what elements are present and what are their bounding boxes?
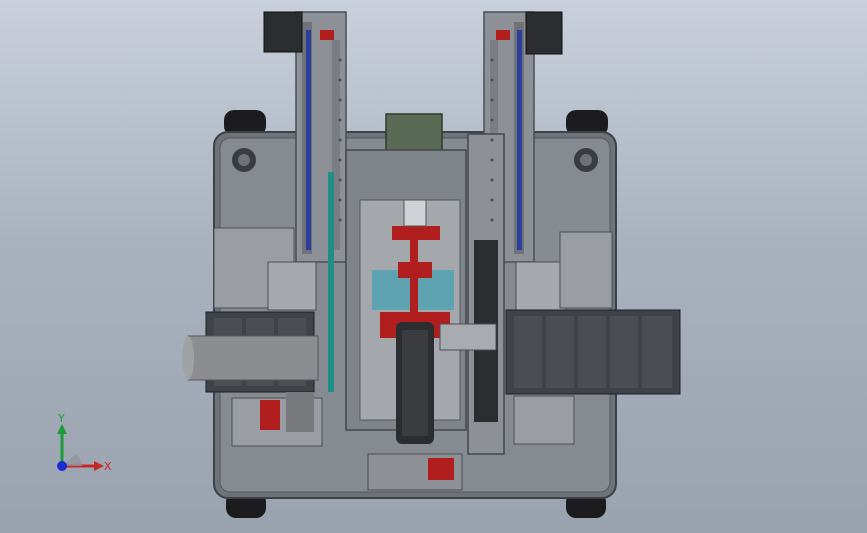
bottom-center-bracket[interactable] xyxy=(367,453,463,491)
corner-bolt-left xyxy=(232,148,256,172)
triad-x-label: X xyxy=(104,460,112,473)
triad-y-label: Y xyxy=(57,412,65,425)
triad-y-axis xyxy=(57,424,67,466)
left-teal-rod[interactable] xyxy=(328,172,334,392)
bottom-left-mount[interactable] xyxy=(231,392,323,447)
bottom-right-mount[interactable] xyxy=(513,395,575,445)
left-cylinder[interactable] xyxy=(182,335,319,381)
center-arm[interactable] xyxy=(439,323,497,351)
corner-bolt-right xyxy=(574,148,598,172)
axis-triad: Y X xyxy=(57,412,112,473)
cad-viewport[interactable] xyxy=(0,0,867,533)
left-lift-column[interactable] xyxy=(295,11,347,263)
right-battery-pack[interactable] xyxy=(505,309,681,395)
right-rail[interactable] xyxy=(467,133,505,455)
